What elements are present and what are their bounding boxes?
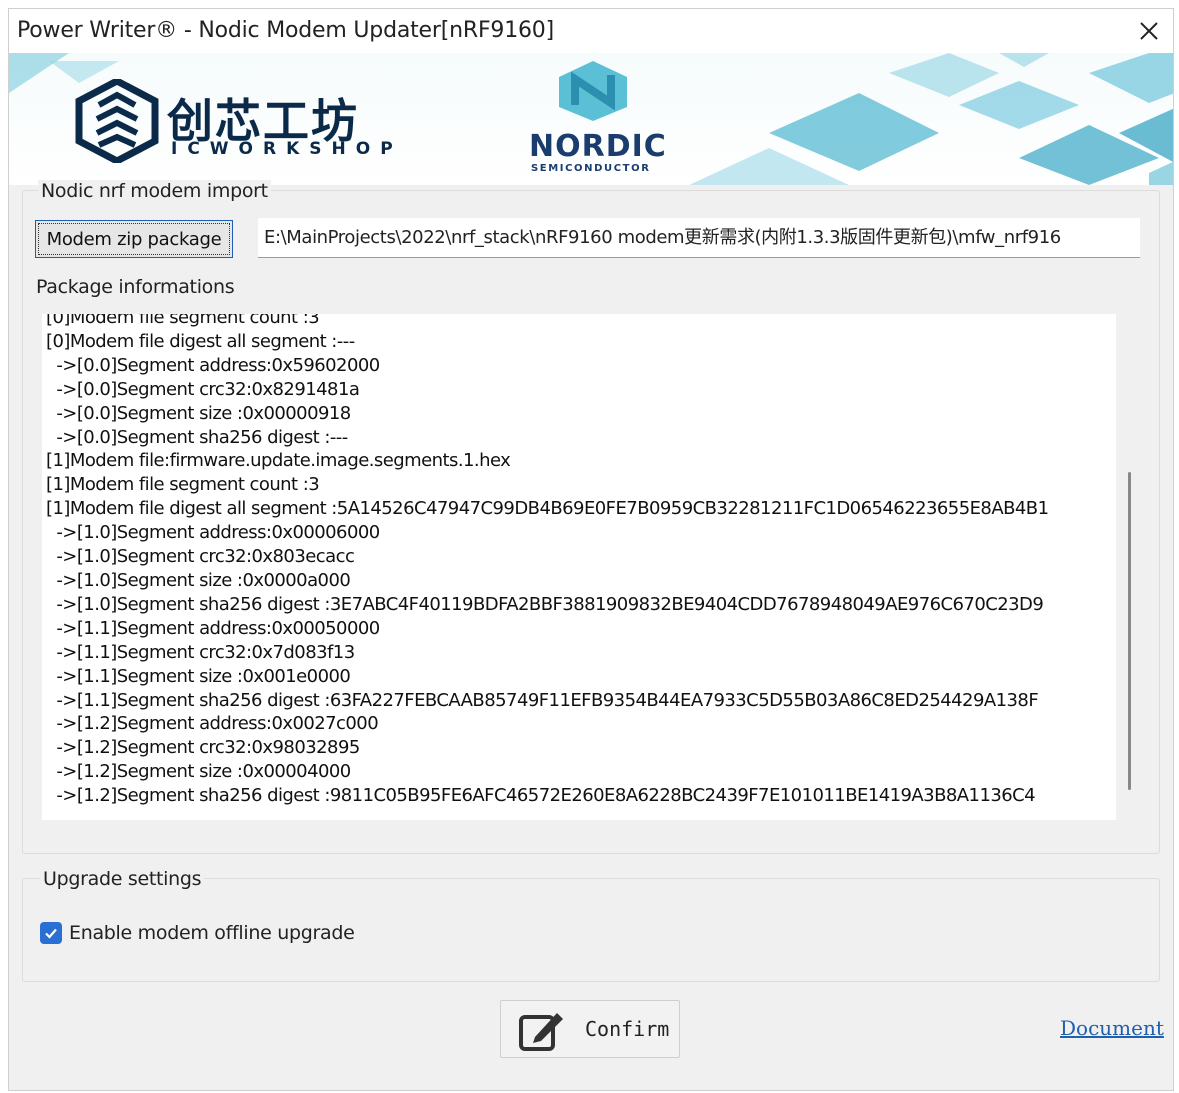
close-button[interactable] [1131, 13, 1167, 49]
log-line: ->[1.1]Segment size :0x001e0000 [46, 665, 351, 687]
nordic-logo-icon [559, 61, 627, 121]
package-info-log[interactable]: [0]Modem file segment count :3 [0]Modem f… [42, 314, 1116, 820]
window-title: Power Writer® - Nodic Modem Updater[nRF9… [17, 18, 554, 43]
package-info-lines: [0]Modem file segment count :3 [0]Modem f… [46, 314, 1049, 808]
log-line: [0]Modem file segment count :3 [46, 314, 320, 328]
log-line: ->[1.2]Segment sha256 digest :9811C05B95… [46, 785, 1036, 807]
log-line: ->[1.1]Segment crc32:0x7d083f13 [46, 641, 355, 663]
log-line: ->[0.0]Segment sha256 digest :--- [46, 426, 348, 448]
icworkshop-logo-icon [75, 79, 159, 163]
package-info-label: Package informations [36, 276, 235, 298]
package-path-field[interactable]: E:\MainProjects\2022\nrf_stack\nRF9160 m… [258, 218, 1140, 258]
icworkshop-logo-subtext: ICWORKSHOP [171, 139, 403, 159]
log-line: ->[1.1]Segment sha256 digest :63FA227FEB… [46, 689, 1039, 711]
close-icon [1140, 22, 1158, 40]
log-line: ->[1.0]Segment sha256 digest :3E7ABC4F40… [46, 593, 1044, 615]
log-line: ->[1.0]Segment address:0x00006000 [46, 522, 380, 544]
nordic-logo-text: NORDIC [529, 129, 667, 164]
header-banner: 创芯工坊 ICWORKSHOP NORDIC SEMICONDUCTOR [9, 53, 1173, 185]
confirm-button[interactable]: Confirm [500, 1000, 680, 1058]
log-line: [1]Modem file segment count :3 [46, 474, 320, 496]
checkmark-icon [45, 928, 57, 939]
document-link[interactable]: Document [1060, 1016, 1164, 1040]
log-line: ->[1.0]Segment crc32:0x803ecacc [46, 546, 355, 568]
log-line: [1]Modem file:firmware.update.image.segm… [46, 450, 511, 472]
offline-upgrade-label: Enable modem offline upgrade [69, 922, 355, 944]
log-line: [0]Modem file digest all segment :--- [46, 330, 355, 352]
log-line: ->[1.2]Segment crc32:0x98032895 [46, 737, 360, 759]
log-line: ->[0.0]Segment size :0x00000918 [46, 402, 351, 424]
upgrade-settings-label: Upgrade settings [40, 868, 205, 890]
log-line: ->[0.0]Segment crc32:0x8291481a [46, 378, 360, 400]
log-line: [1]Modem file digest all segment :5A1452… [46, 498, 1049, 520]
log-line: ->[1.0]Segment size :0x0000a000 [46, 569, 351, 591]
modem-import-group-label: Nodic nrf modem import [38, 180, 271, 202]
nordic-logo-subtext: SEMICONDUCTOR [531, 163, 651, 174]
offline-upgrade-checkbox[interactable] [40, 922, 62, 944]
title-bar: Power Writer® - Nodic Modem Updater[nRF9… [9, 9, 1173, 53]
log-line: ->[1.1]Segment address:0x00050000 [46, 617, 380, 639]
log-line: ->[0.0]Segment address:0x59602000 [46, 354, 380, 376]
log-line: ->[1.2]Segment address:0x0027c000 [46, 713, 379, 735]
confirm-label: Confirm [585, 1017, 670, 1041]
log-line: ->[1.2]Segment size :0x00004000 [46, 761, 351, 783]
edit-icon [519, 1013, 563, 1051]
log-scrollbar[interactable] [1128, 472, 1131, 790]
modem-zip-package-button[interactable]: Modem zip package [35, 220, 233, 258]
